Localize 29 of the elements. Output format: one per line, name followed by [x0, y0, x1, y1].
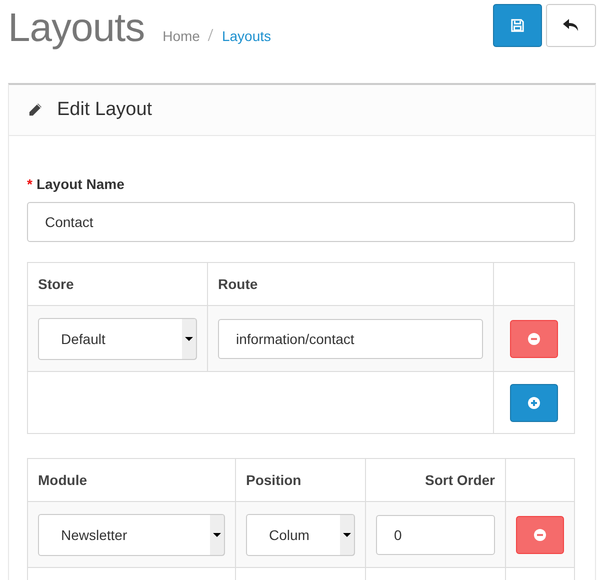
- caret-icon: [185, 336, 193, 340]
- column-header: Store: [28, 262, 208, 306]
- minus-circle-icon: [534, 528, 546, 540]
- save-button[interactable]: [493, 4, 542, 47]
- position-dropdown[interactable]: Colum: [246, 514, 355, 556]
- pencil-icon: [27, 102, 43, 118]
- plus-circle-icon: [528, 396, 540, 408]
- breadcrumb-link[interactable]: Home: [162, 28, 200, 44]
- remove-button[interactable]: [510, 320, 558, 358]
- layout-name-field[interactable]: Contact: [27, 202, 575, 242]
- module-dropdown[interactable]: Newsletter: [38, 514, 225, 556]
- caret-icon: [343, 532, 351, 536]
- back-button[interactable]: [546, 4, 596, 47]
- required-mark: *: [27, 176, 32, 192]
- page-title: Layouts: [8, 6, 145, 51]
- minus-circle-icon: [528, 332, 540, 344]
- remove-button[interactable]: [516, 516, 564, 554]
- panel-title: Edit Layout: [57, 99, 152, 121]
- column-header: Route: [208, 262, 494, 306]
- breadcrumb-link[interactable]: Layouts: [222, 28, 272, 44]
- column-header: Module: [28, 458, 236, 502]
- store-dropdown[interactable]: Default: [38, 318, 197, 360]
- route-field[interactable]: information/contact: [218, 318, 483, 358]
- add-button[interactable]: [510, 384, 558, 422]
- sort-order-field[interactable]: 0: [376, 514, 495, 554]
- field-label: Layout Name: [36, 176, 124, 192]
- save-icon: [511, 19, 524, 32]
- reply-arrow-icon: [563, 19, 579, 32]
- caret-icon: [213, 532, 221, 536]
